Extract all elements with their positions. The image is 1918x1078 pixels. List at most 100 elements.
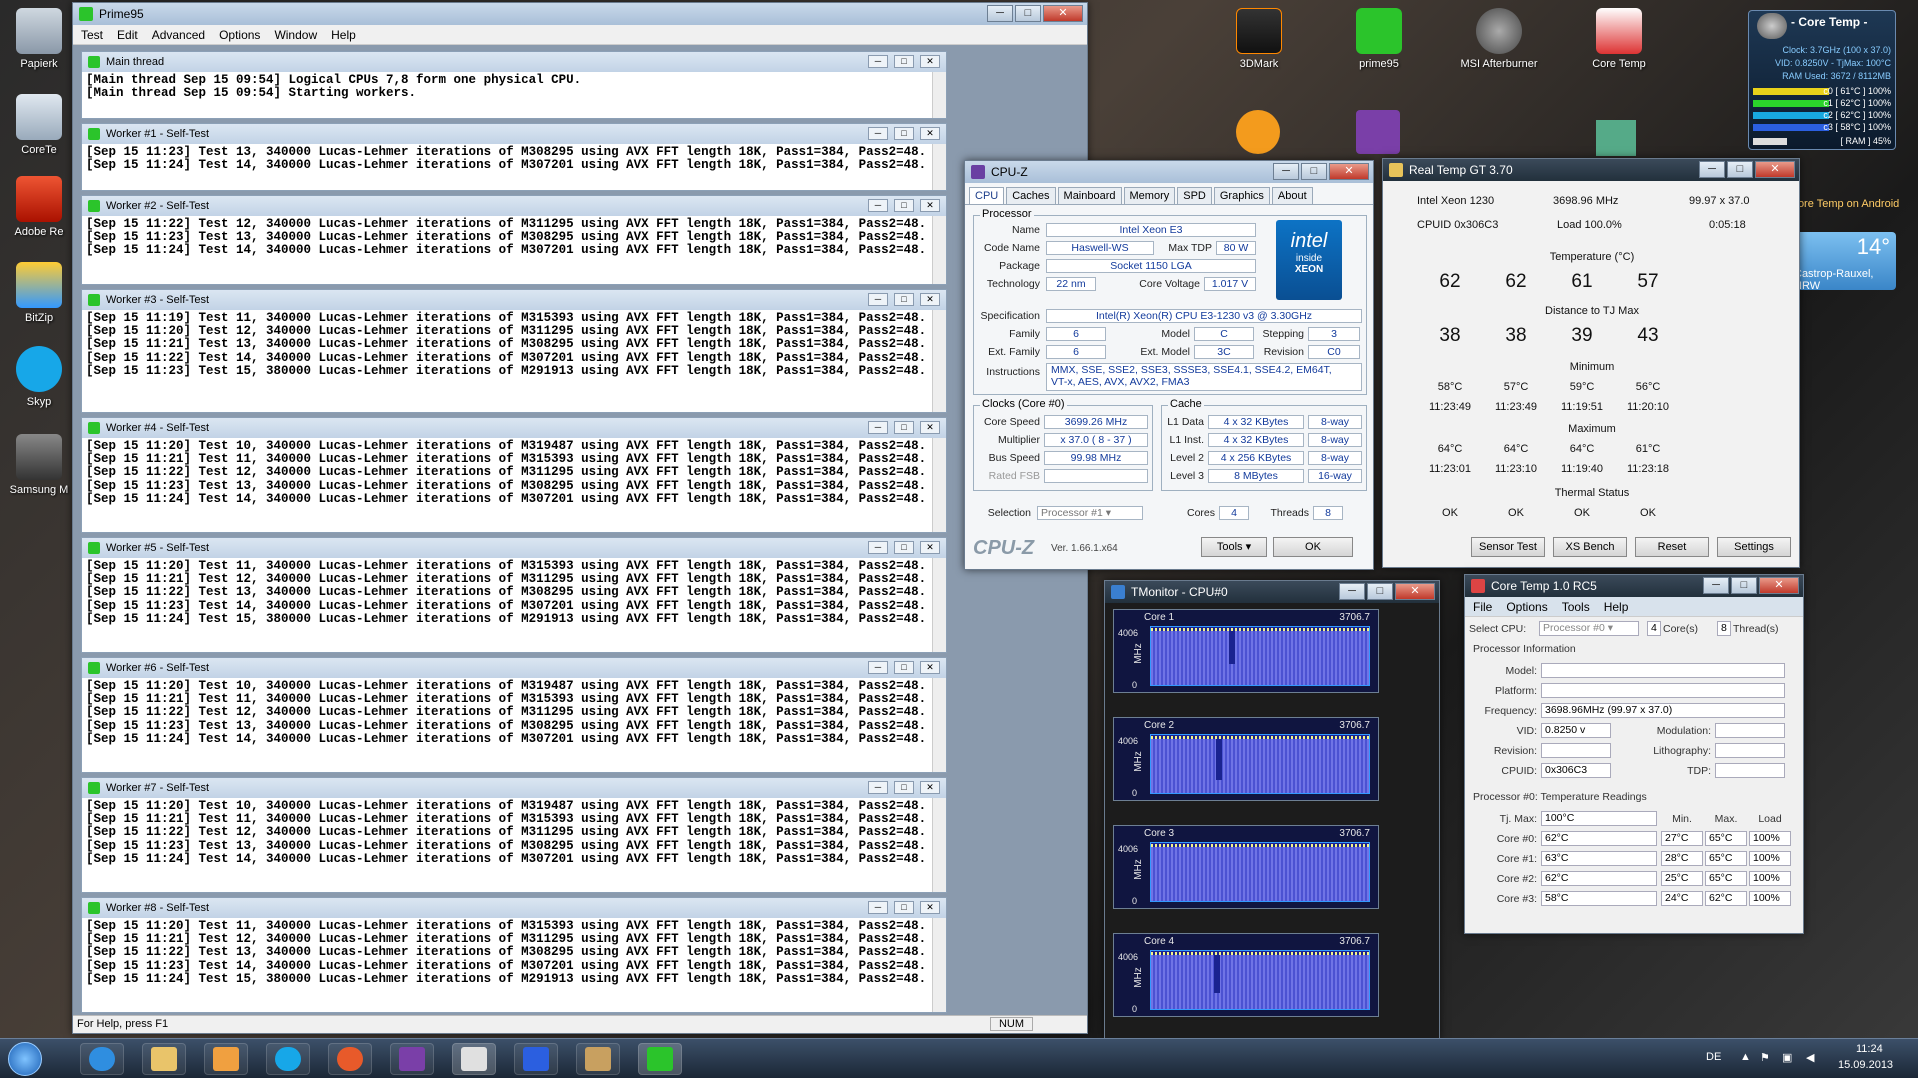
minimize-button[interactable]: ─ [868,661,888,674]
menu-item-advanced[interactable]: Advanced [152,28,205,42]
maximize-button[interactable]: □ [894,781,914,794]
log-output[interactable]: [Main thread Sep 15 09:54] Logical CPUs … [82,72,946,102]
close-button[interactable]: ✕ [920,901,940,914]
tab-caches[interactable]: Caches [1006,187,1056,204]
desktop-icon-bitzip[interactable]: BitZip [0,262,78,324]
tab-cpu[interactable]: CPU [969,187,1005,204]
subwindow-titlebar[interactable]: Worker #3 - Self-Test ─ □ ✕ [82,290,946,310]
tmonitor-window[interactable]: TMonitor - CPU#0 ─ □ ✕ Core 1 3706.7 4006 0… [1104,580,1440,1040]
log-output[interactable]: [Sep 15 11:23] Test 13, 340000 Lucas-Leh… [82,144,946,174]
vertical-scrollbar[interactable] [932,918,946,1012]
tab-spd[interactable]: SPD [1177,187,1212,204]
worker-window[interactable]: Worker #7 - Self-Test ─ □ ✕ [Sep 15 11:20] T… [81,777,947,893]
clock-time[interactable]: 11:24 [1856,1043,1883,1055]
close-button[interactable]: ✕ [1755,161,1795,178]
taskbar-media[interactable] [204,1043,248,1075]
maximize-button[interactable]: □ [1727,161,1753,178]
desktop-icon-afterburner[interactable]: MSI Afterburner [1460,8,1538,70]
log-output[interactable]: [Sep 15 11:19] Test 11, 340000 Lucas-Leh… [82,310,946,380]
maximize-button[interactable]: □ [894,293,914,306]
log-output[interactable]: [Sep 15 11:20] Test 10, 340000 Lucas-Leh… [82,438,946,508]
maximize-button[interactable]: □ [894,421,914,434]
main-thread-window[interactable]: Main thread ─ □ ✕ [Main thread Sep 15 09:54]… [81,51,947,119]
tab-graphics[interactable]: Graphics [1213,187,1270,204]
minimize-button[interactable]: ─ [987,5,1013,22]
log-output[interactable]: [Sep 15 11:20] Test 11, 340000 Lucas-Leh… [82,558,946,628]
tab-memory[interactable]: Memory [1123,187,1176,204]
tab-about[interactable]: About [1271,187,1313,204]
worker-window[interactable]: Worker #2 - Self-Test ─ □ ✕ [Sep 15 11:22] T… [81,195,947,285]
worker-window[interactable]: Worker #5 - Self-Test ─ □ ✕ [Sep 15 11:20] T… [81,537,947,653]
maximize-button[interactable]: □ [1367,583,1393,600]
log-output[interactable]: [Sep 15 11:20] Test 10, 340000 Lucas-Leh… [82,798,946,868]
close-button[interactable]: ✕ [920,421,940,434]
subwindow-titlebar[interactable]: Main thread ─ □ ✕ [82,52,946,72]
minimize-button[interactable]: ─ [1273,163,1299,180]
minimize-button[interactable]: ─ [1699,161,1725,178]
maximize-button[interactable]: □ [1301,163,1327,180]
prime95-titlebar[interactable]: Prime95 ─ □ ✕ [73,3,1087,25]
worker-window[interactable]: Worker #6 - Self-Test ─ □ ✕ [Sep 15 11:20] T… [81,657,947,773]
language-indicator[interactable]: DE [1706,1051,1721,1063]
desktop-icon-skype[interactable]: Skyp [0,346,78,408]
desktop-icon-prime95[interactable]: prime95 [1340,8,1418,70]
vertical-scrollbar[interactable] [932,678,946,772]
minimize-button[interactable]: ─ [868,199,888,212]
tools-button[interactable]: Tools ▾ [1201,537,1267,557]
tray-up-icon[interactable]: ▲ [1740,1051,1751,1063]
maximize-button[interactable]: □ [1731,577,1757,594]
prime95-window[interactable]: Prime95 ─ □ ✕ Test Edit Advanced Options Win… [72,2,1088,1034]
worker-window[interactable]: Worker #1 - Self-Test ─ □ ✕ [Sep 15 11:23] T… [81,123,947,191]
network-icon[interactable]: ▣ [1782,1051,1792,1064]
taskbar-ie[interactable] [80,1043,124,1075]
subwindow-titlebar[interactable]: Worker #2 - Self-Test ─ □ ✕ [82,196,946,216]
subwindow-titlebar[interactable]: Worker #6 - Self-Test ─ □ ✕ [82,658,946,678]
taskbar-explorer[interactable] [142,1043,186,1075]
menu-item-window[interactable]: Window [274,28,317,42]
reset-button[interactable]: Reset [1635,537,1709,557]
desktop-icon-coretemp-top[interactable]: Core Temp [1580,8,1658,70]
minimize-button[interactable]: ─ [868,421,888,434]
cpuz-titlebar[interactable]: CPU-Z ─ □ ✕ [965,161,1373,183]
vertical-scrollbar[interactable] [932,144,946,190]
processor-select[interactable]: Processor #1 ▾ [1037,506,1143,520]
subwindow-titlebar[interactable]: Worker #7 - Self-Test ─ □ ✕ [82,778,946,798]
close-button[interactable]: ✕ [920,661,940,674]
volume-icon[interactable]: ◀ [1806,1051,1814,1064]
xs-bench-button[interactable]: XS Bench [1553,537,1627,557]
tmonitor-titlebar[interactable]: TMonitor - CPU#0 ─ □ ✕ [1105,581,1439,603]
clock-date[interactable]: 15.09.2013 [1838,1059,1893,1071]
close-button[interactable]: ✕ [1759,577,1799,594]
subwindow-titlebar[interactable]: Worker #4 - Self-Test ─ □ ✕ [82,418,946,438]
close-button[interactable]: ✕ [920,127,940,140]
tab-mainboard[interactable]: Mainboard [1057,187,1122,204]
settings-button[interactable]: Settings [1717,537,1791,557]
desktop-icon-recycle-bin[interactable]: Papierk [0,8,78,70]
taskbar-app9[interactable] [576,1043,620,1075]
menu-item-file[interactable]: File [1473,600,1492,614]
subwindow-titlebar[interactable]: Worker #5 - Self-Test ─ □ ✕ [82,538,946,558]
menu-item-help[interactable]: Help [1604,600,1629,614]
flag-icon[interactable]: ⚑ [1760,1051,1770,1064]
minimize-button[interactable]: ─ [868,541,888,554]
close-button[interactable]: ✕ [920,199,940,212]
menu-item-options[interactable]: Options [219,28,260,42]
start-button[interactable] [8,1042,42,1076]
minimize-button[interactable]: ─ [868,781,888,794]
cpu-select[interactable]: Processor #0 ▾ [1539,621,1639,636]
menu-item-options[interactable]: Options [1506,600,1547,614]
taskbar-app5[interactable] [328,1043,372,1075]
vertical-scrollbar[interactable] [932,72,946,118]
log-output[interactable]: [Sep 15 11:22] Test 12, 340000 Lucas-Leh… [82,216,946,260]
close-button[interactable]: ✕ [920,293,940,306]
taskbar-prime95[interactable] [638,1043,682,1075]
cpuz-shortcut-icon[interactable] [1356,110,1400,154]
menu-item-edit[interactable]: Edit [117,28,138,42]
desktop-icon-samsung[interactable]: Samsung M [0,434,78,496]
close-button[interactable]: ✕ [920,781,940,794]
worker-window[interactable]: Worker #4 - Self-Test ─ □ ✕ [Sep 15 11:20] T… [81,417,947,533]
taskbar-realtemp[interactable] [452,1043,496,1075]
maximize-button[interactable]: □ [1015,5,1041,22]
close-button[interactable]: ✕ [920,55,940,68]
maximize-button[interactable]: □ [894,127,914,140]
